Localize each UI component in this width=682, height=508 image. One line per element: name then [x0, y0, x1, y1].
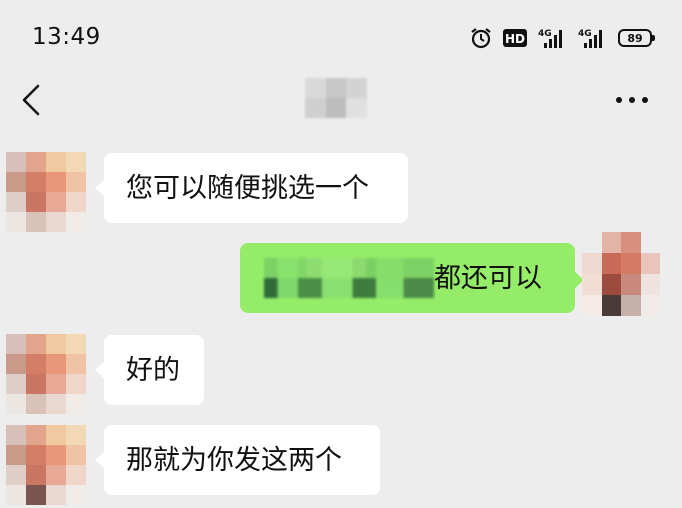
battery-icon: 89 — [618, 29, 655, 47]
redacted-text — [264, 258, 434, 298]
network-label: 4G — [538, 29, 552, 39]
chat-header — [0, 70, 682, 132]
alarm-icon — [471, 28, 491, 49]
chevron-left-icon[interactable] — [14, 82, 50, 118]
avatar[interactable] — [6, 334, 86, 414]
avatar[interactable] — [6, 152, 86, 232]
avatar[interactable] — [6, 425, 86, 505]
status-time: 13:49 — [32, 24, 101, 50]
more-dots-icon[interactable] — [612, 86, 652, 114]
message-bubble[interactable]: 您可以随便挑选一个 — [95, 153, 408, 223]
message-text: 都还可以 — [434, 262, 542, 294]
network-label: 4G — [578, 29, 592, 39]
chat-title-redacted — [305, 78, 367, 118]
message-bubble[interactable]: 那就为你发这两个 — [95, 425, 380, 495]
signal-4g-icon: 4G — [538, 29, 562, 48]
signal-4g-icon: 4G — [578, 29, 602, 48]
message-bubble[interactable]: 都还可以 — [240, 243, 584, 313]
message-bubble[interactable]: 好的 — [95, 335, 204, 405]
status-icons: HD 4G 4G 89 — [470, 25, 655, 51]
avatar[interactable] — [582, 232, 660, 316]
hd-label: HD — [505, 32, 525, 46]
hd-icon: HD — [503, 29, 527, 47]
status-bar: 13:49 HD 4G 4G 89 — [0, 0, 682, 70]
